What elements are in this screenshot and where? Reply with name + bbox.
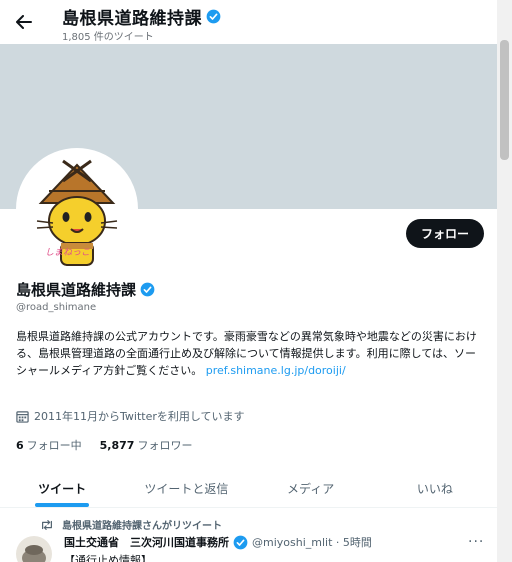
verified-badge-icon — [206, 9, 221, 24]
profile-avatar[interactable]: しまねっこ — [16, 148, 138, 270]
followers-link[interactable]: 5,877 フォロワー — [100, 437, 193, 453]
tweet-header: 国土交通省 三次河川国道事務所 @miyoshi_mlit · 5時間 — [64, 534, 372, 550]
back-button[interactable] — [10, 10, 38, 34]
joined-date: 2011年11月からTwitterを利用しています — [34, 410, 245, 423]
joined-date-row: 2011年11月からTwitterを利用しています — [16, 408, 245, 424]
tab-tweets[interactable]: ツイート — [0, 470, 124, 507]
following-label: フォロー中 — [26, 439, 82, 452]
tweet-count: 1,805 件のツイート — [62, 32, 154, 43]
tab-media[interactable]: メディア — [249, 470, 373, 507]
follow-button[interactable]: フォロー — [406, 219, 484, 248]
tab-likes[interactable]: いいね — [373, 470, 497, 507]
verified-badge-icon — [233, 535, 248, 549]
mascot-cat-image: しまねっこ — [36, 159, 118, 266]
tab-tweets-and-replies[interactable]: ツイートと返信 — [124, 470, 248, 507]
tab-label: ツイート — [38, 482, 87, 496]
scrollbar-thumb[interactable] — [500, 40, 509, 160]
tweet-author-name[interactable]: 国土交通省 三次河川国道事務所 — [64, 534, 229, 550]
scrollbar-track[interactable] — [497, 0, 512, 562]
tweet-text: 【通行止め情報】 — [64, 554, 152, 562]
display-name: 島根県道路維持課 — [16, 281, 137, 299]
calendar-icon — [16, 410, 29, 423]
tweet-avatar-image — [22, 545, 46, 562]
tweet-handle-time: @miyoshi_mlit · 5時間 — [252, 536, 372, 549]
profile-tabs: ツイート ツイートと返信 メディア いいね — [0, 470, 497, 508]
tab-label: いいね — [416, 482, 453, 496]
more-icon[interactable]: ··· — [468, 534, 484, 550]
svg-text:しまねっこ: しまねっこ — [45, 247, 90, 258]
profile-handle: @road_shimane — [16, 302, 97, 313]
verified-badge-icon — [140, 282, 155, 297]
following-link[interactable]: 6 フォロー中 — [16, 437, 82, 453]
profile-bio: 島根県道路維持課の公式アカウントです。豪雨豪雪などの異常気象時や地震などの災害に… — [16, 328, 486, 379]
tab-label: メディア — [287, 482, 335, 496]
header-title-row: 島根県道路維持課 — [62, 4, 221, 29]
profile-header: 島根県道路維持課 1,805 件のツイート — [0, 0, 512, 44]
following-count: 6 — [16, 439, 24, 452]
follow-stats: 6 フォロー中 5,877 フォロワー — [16, 437, 210, 453]
retweet-notice-text: 島根県道路維持課さんがリツイート — [62, 521, 222, 532]
display-name-row: 島根県道路維持課 — [16, 279, 155, 300]
retweet-icon — [42, 519, 52, 530]
active-tab-indicator — [35, 503, 90, 507]
bio-link[interactable]: pref.shimane.lg.jp/doroiji/ — [206, 364, 346, 377]
tab-label: ツイートと返信 — [144, 482, 229, 496]
followers-label: フォロワー — [137, 439, 193, 452]
tweet-author-avatar[interactable] — [16, 536, 52, 562]
retweet-notice[interactable]: 島根県道路維持課さんがリツイート — [40, 517, 222, 532]
back-arrow-icon — [16, 15, 32, 29]
followers-count: 5,877 — [99, 439, 135, 452]
header-title: 島根県道路維持課 — [62, 9, 202, 29]
